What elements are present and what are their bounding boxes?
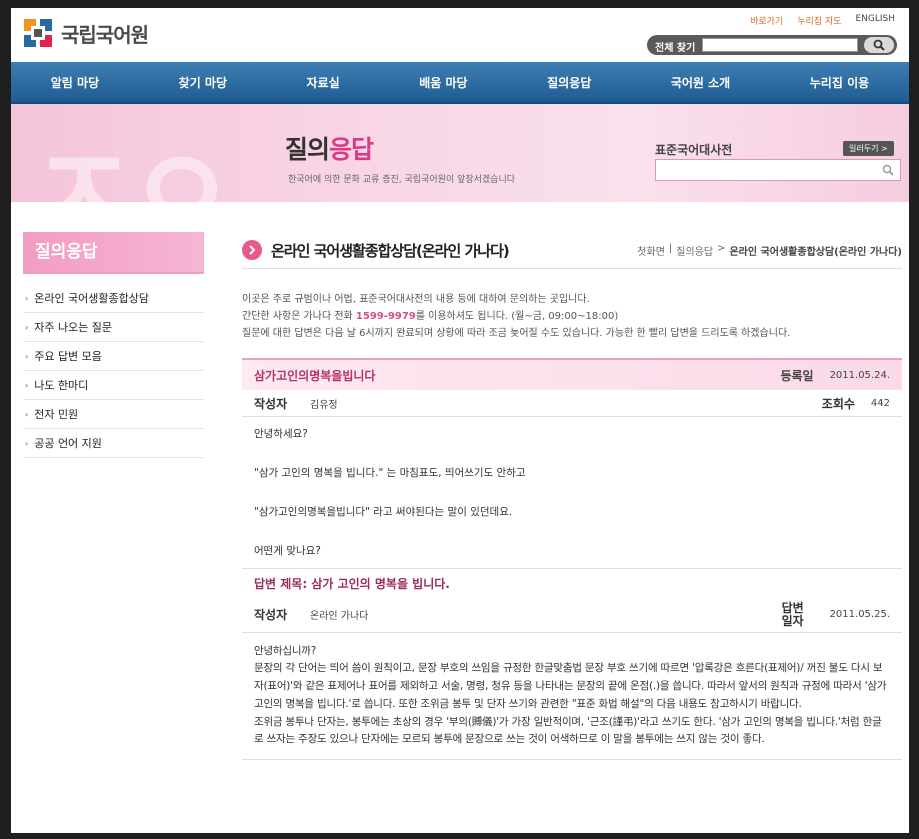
dictionary-guide-button[interactable]: 일러두기 >: [843, 141, 894, 156]
english-link[interactable]: ENGLISH: [855, 14, 895, 27]
nav-search[interactable]: 찾기 마당: [179, 74, 227, 91]
main-nav: 알림 마당 찾기 마당 자료실 배움 마당 질의응답 국어원 소개 누리집 이용: [11, 62, 909, 104]
views-label: 조회수: [821, 396, 855, 411]
answer-body: 안녕하십니까? 문장의 각 단어는 띄어 씀이 원칙이고, 문장 부호의 쓰임을…: [242, 633, 902, 761]
breadcrumb: 첫화면 | 질의응답 > 온라인 국어생활종합상담(온라인 가나다): [637, 243, 902, 258]
intro-text-part: 를 이용하셔도 됩니다. (월~금, 09:00~18:00): [415, 311, 619, 322]
intro-line: 이곳은 주로 규범이나 어법, 표준국어대사전의 내용 등에 대하여 문의하는 …: [242, 294, 590, 305]
page-title-row: 온라인 국어생활종합상담(온라인 가나다) 첫화면 | 질의응답 > 온라인 국…: [242, 232, 902, 269]
arrow-circle-icon: [242, 240, 262, 260]
answer-date-label: 답변일자: [781, 600, 804, 628]
banner-title: 질의응답: [285, 130, 374, 166]
sidebar-list: › 온라인 국어생활종합상담 › 자주 나오는 질문 › 주요 답변 모음 › 나도 한…: [23, 284, 204, 458]
main-content: 온라인 국어생활종합상담(온라인 가나다) 첫화면 | 질의응답 > 온라인 국…: [242, 232, 902, 761]
nav-archive[interactable]: 자료실: [307, 74, 340, 91]
author-label: 작성자: [254, 396, 288, 411]
banner-subtitle: 한국어에 의한 문화 교류 증진, 국립국어원이 앞장서겠습니다: [288, 175, 516, 185]
page-title: 온라인 국어생활종합상담(온라인 가나다): [271, 241, 510, 260]
sidebar-item-civil[interactable]: › 전자 민원: [23, 400, 204, 429]
sidebar-item-answers[interactable]: › 주요 답변 모음: [23, 342, 204, 371]
sidebar-item-faq[interactable]: › 자주 나오는 질문: [23, 313, 204, 342]
answer-paragraph: 조위금 봉투나 단자는, 봉투에는 초상의 경우 '부의(賻儀)'가 가장 일반…: [254, 715, 882, 746]
nav-notice[interactable]: 알림 마당: [51, 74, 99, 91]
browser-page: 국립국어원 바로가기 누리집 지도 ENGLISH 전체 찾기 알림 마당 찾기…: [11, 8, 909, 833]
logo[interactable]: 국립국어원: [23, 18, 149, 48]
sidebar-item-label: 온라인 국어생활종합상담: [34, 292, 150, 305]
intro-text: 이곳은 주로 규범이나 어법, 표준국어대사전의 내용 등에 대하여 문의하는 …: [242, 291, 902, 342]
chevron-right-icon: ›: [25, 438, 29, 448]
nav-about[interactable]: 국어원 소개: [671, 74, 730, 91]
question-subject: 삼가고인의명복을빕니다: [254, 368, 376, 383]
views-count: 442: [870, 397, 890, 409]
date-label: 등록일: [780, 368, 814, 383]
answer-paragraph: 안녕하십니까?: [254, 644, 317, 657]
sidebar-title: 질의응답: [23, 232, 204, 272]
breadcrumb-separator: >: [717, 242, 726, 254]
chevron-right-icon: ›: [25, 409, 29, 419]
answer-meta: 작성자 온라인 가나다 답변일자 2011.05.25.: [242, 598, 902, 633]
section-banner: ㅈㅇ 질의응답 한국어에 의한 문화 교류 증진, 국립국어원이 앞장서겠습니다…: [11, 104, 909, 202]
nav-site-usage[interactable]: 누리집 이용: [810, 74, 869, 91]
question-paragraph: "삼가고인의명복을빕니다" 라고 써야된다는 말이 있던데요.: [254, 506, 513, 518]
search-button[interactable]: [864, 37, 894, 53]
intro-text-part: 간단한 사항은 가나다 전화: [242, 311, 356, 322]
answer-title: 답변 제목: 삼가 고인의 명복을 빕니다.: [242, 567, 902, 598]
search-icon[interactable]: [882, 164, 894, 176]
global-search: 전체 찾기: [647, 35, 897, 55]
banner-title-part2: 응답: [329, 135, 374, 164]
sidebar: 질의응답 › 온라인 국어생활종합상담 › 자주 나오는 질문 › 주요 답변 모음 …: [23, 232, 204, 458]
breadcrumb-home[interactable]: 첫화면: [637, 243, 665, 258]
phone-number: 1599-9979: [355, 311, 416, 322]
breadcrumb-qna[interactable]: 질의응답: [676, 243, 713, 258]
search-icon: [873, 39, 885, 51]
question-author: 김유정: [310, 399, 338, 411]
sidebar-item-opinion[interactable]: › 나도 한마디: [23, 371, 204, 400]
sitemap-link[interactable]: 누리집 지도: [797, 14, 841, 27]
answer-date-group: 답변일자 2011.05.25.: [781, 600, 890, 628]
logo-text: 국립국어원: [61, 22, 149, 47]
chevron-right-icon: ›: [25, 351, 29, 361]
site-header: 국립국어원 바로가기 누리집 지도 ENGLISH 전체 찾기: [11, 8, 909, 62]
question-header: 삼가고인의명복을빕니다 등록일 2011.05.24.: [242, 358, 902, 390]
nav-qna[interactable]: 질의응답: [547, 74, 591, 91]
sidebar-item-label: 공공 언어 지원: [34, 437, 102, 450]
sidebar-item-label: 전자 민원: [34, 408, 79, 421]
question-body: 안녕하세요? "삼가 고인의 명복을 빕니다." 는 마침표도, 띄어쓰기도 안…: [242, 417, 902, 568]
answer-date: 2011.05.25.: [829, 609, 890, 620]
answer-author: 온라인 가나다: [310, 611, 369, 622]
sidebar-item-online-consult[interactable]: › 온라인 국어생활종합상담: [23, 284, 204, 313]
chevron-right-icon: ›: [25, 293, 29, 303]
sidebar-item-label: 나도 한마디: [34, 379, 89, 392]
breadcrumb-current: 온라인 국어생활종합상담(온라인 가나다): [729, 246, 902, 258]
banner-decoration: ㅈㅇ: [29, 122, 236, 202]
sidebar-item-public-language[interactable]: › 공공 언어 지원: [23, 429, 204, 458]
question-paragraph: 어떤게 맞나요?: [254, 545, 321, 557]
author-label: 작성자: [254, 608, 288, 622]
utility-links: 바로가기 누리집 지도 ENGLISH: [750, 14, 895, 27]
sidebar-item-label: 자주 나오는 질문: [34, 321, 113, 334]
search-label: 전체 찾기: [655, 43, 696, 54]
answer-paragraph: 문장의 각 단어는 띄어 씀이 원칙이고, 문장 부호의 쓰임을 규정한 한글맞…: [254, 662, 887, 710]
nav-learning[interactable]: 배움 마당: [419, 74, 467, 91]
breadcrumb-separator: |: [668, 242, 673, 254]
chevron-right-icon: ›: [25, 380, 29, 390]
sidebar-item-label: 주요 답변 모음: [34, 350, 102, 363]
views-group: 조회수 442: [822, 395, 890, 412]
intro-line: 간단한 사항은 가나다 전화 1599-9979를 이용하셔도 됩니다. (월~…: [242, 308, 902, 325]
dictionary-label: 표준국어대사전: [655, 143, 733, 157]
logo-mark-icon: [23, 18, 53, 48]
question-date: 2011.05.24.: [829, 369, 890, 381]
question-paragraph: "삼가 고인의 명복을 빕니다." 는 마침표도, 띄어쓰기도 안하고: [254, 467, 526, 479]
chevron-right-icon: ›: [25, 322, 29, 332]
dictionary-search-input[interactable]: [655, 159, 901, 181]
banner-title-part1: 질의: [285, 135, 330, 164]
question-paragraph: 안녕하세요?: [254, 428, 308, 440]
intro-line: 질문에 대한 답변은 다음 날 6시까지 완료되며 상황에 따라 조금 늦어질 …: [242, 328, 791, 339]
question-meta: 작성자 김유정 조회수 442: [242, 390, 902, 417]
search-input[interactable]: [702, 38, 858, 52]
shortcut-link[interactable]: 바로가기: [750, 14, 783, 27]
